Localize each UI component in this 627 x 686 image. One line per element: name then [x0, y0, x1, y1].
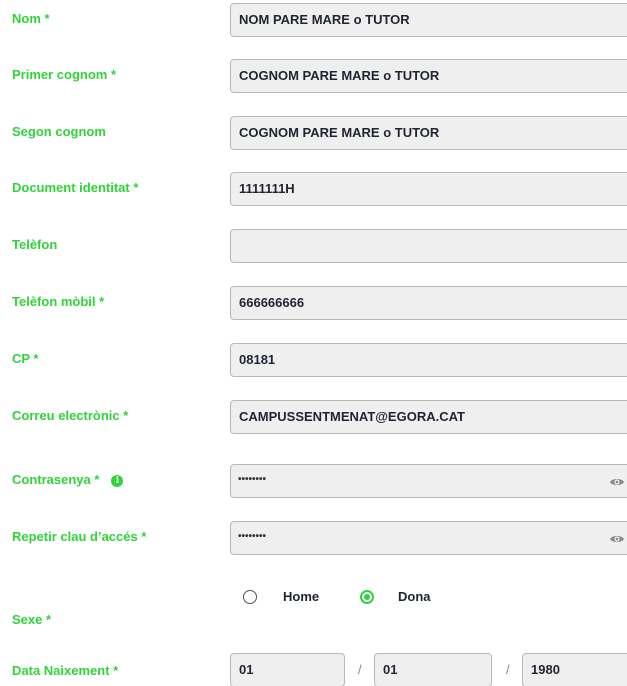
second-surname-input[interactable]: COGNOM PARE MARE o TUTOR [230, 116, 627, 150]
password-input[interactable]: •••••••• [230, 464, 627, 498]
sex-label: Sexe * [12, 612, 52, 627]
mobile-phone-input[interactable]: 666666666 [230, 286, 627, 320]
info-icon[interactable]: i [111, 475, 124, 487]
id-document-input[interactable]: 1111111H [230, 172, 627, 206]
second-surname-label: Segon cognom [12, 124, 106, 139]
show-repeat-password-icon[interactable] [609, 531, 625, 547]
id-document-label: Document identitat * [12, 180, 139, 195]
email-input[interactable]: CAMPUSSENTMENAT@EGORA.CAT [230, 400, 627, 434]
date-separator: / [506, 662, 510, 677]
first-surname-input[interactable]: COGNOM PARE MARE o TUTOR [230, 59, 627, 93]
password-value: •••••••• [238, 474, 267, 485]
first-surname-label: Primer cognom * [12, 67, 117, 82]
postal-code-input[interactable]: 08181 [230, 343, 627, 377]
birth-date-label: Data Naixement * [12, 663, 119, 678]
radio-dona[interactable] [360, 590, 374, 604]
birth-year-input[interactable]: 1980 [522, 653, 627, 686]
birth-month-input[interactable]: 01 [374, 653, 492, 686]
email-label: Correu electrònic * [12, 408, 129, 423]
phone-label: Telèfon [12, 237, 58, 252]
password-label: Contrasenya * i [12, 472, 124, 488]
registration-form: Nom * NOM PARE MARE o TUTOR Primer cogno… [0, 0, 627, 686]
radio-home[interactable] [243, 590, 257, 604]
birth-day-input[interactable]: 01 [230, 653, 345, 686]
repeat-password-label: Repetir clau d’accés * [12, 529, 147, 544]
postal-code-label: CP * [12, 351, 39, 366]
show-password-icon[interactable] [609, 474, 625, 490]
repeat-password-value: •••••••• [238, 531, 267, 542]
phone-input[interactable] [230, 229, 627, 263]
name-label: Nom * [12, 11, 50, 26]
date-separator: / [358, 662, 362, 677]
radio-home-label[interactable]: Home [283, 589, 319, 604]
name-input[interactable]: NOM PARE MARE o TUTOR [230, 3, 627, 37]
repeat-password-input[interactable]: •••••••• [230, 521, 627, 555]
mobile-phone-label: Telèfon mòbil * [12, 294, 105, 309]
radio-dona-label[interactable]: Dona [398, 589, 431, 604]
password-label-text: Contrasenya * [12, 472, 100, 487]
